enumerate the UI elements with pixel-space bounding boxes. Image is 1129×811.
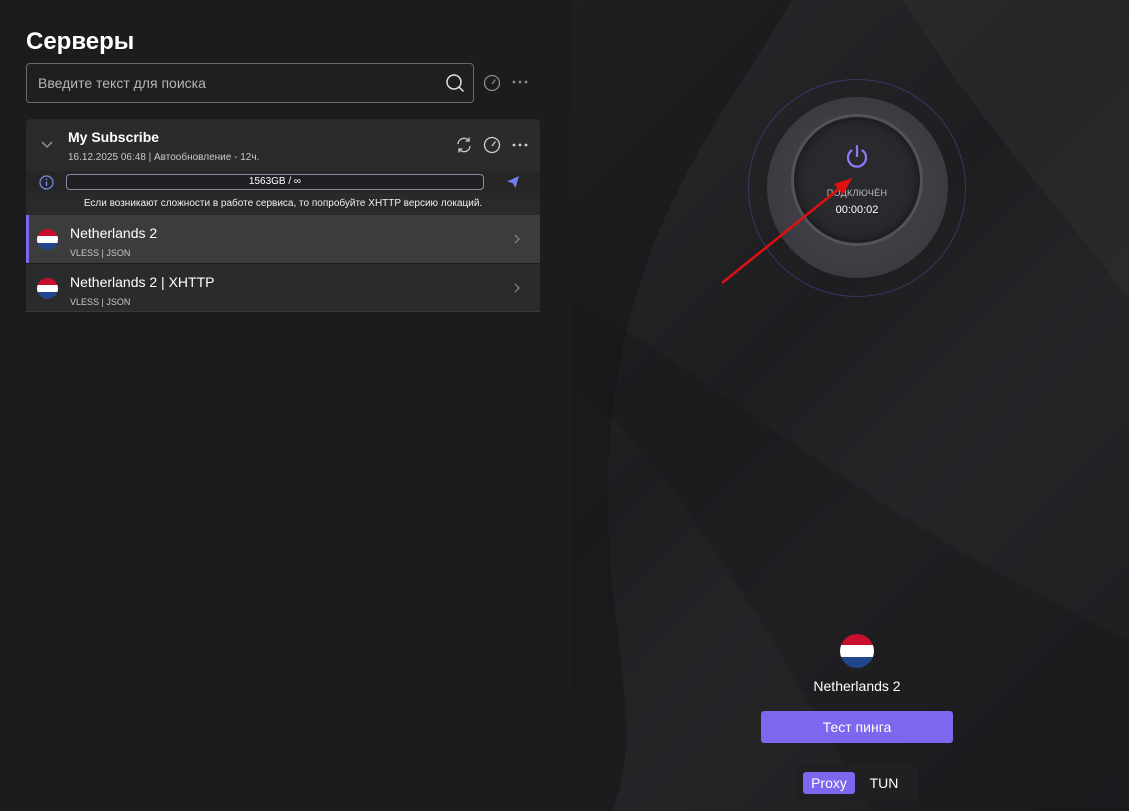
ping-test-button[interactable]: Тест пинга — [761, 711, 953, 743]
netherlands-flag-icon — [840, 634, 874, 668]
servers-panel: Серверы My Subscribe 16.12.2025 06:48 | … — [0, 0, 572, 811]
server-protocol: VLESS | JSON — [70, 248, 131, 258]
server-name: Netherlands 2 — [70, 225, 158, 241]
page-title: Серверы — [26, 28, 135, 55]
search-icon[interactable] — [445, 73, 465, 93]
server-item[interactable]: Netherlands 2 VLESS | JSON — [26, 215, 540, 263]
mode-tun-button[interactable]: TUN — [862, 772, 906, 794]
refresh-icon[interactable] — [455, 136, 473, 154]
chevron-right-icon[interactable] — [512, 282, 522, 294]
current-server-name: Netherlands 2 — [813, 678, 901, 694]
info-icon[interactable] — [39, 175, 54, 190]
server-item[interactable]: Netherlands 2 | XHTTP VLESS | JSON — [26, 264, 540, 312]
mode-switch: Proxy TUN — [796, 764, 918, 801]
traffic-usage: 1563GB / ∞ — [66, 174, 484, 190]
chevron-down-icon[interactable] — [40, 137, 54, 151]
server-name: Netherlands 2 | XHTTP — [70, 274, 215, 290]
netherlands-flag-icon — [37, 278, 58, 299]
connection-status: ПОДКЛЮЧЁН — [826, 188, 888, 198]
subscription-group: My Subscribe 16.12.2025 06:48 | Автообно… — [26, 119, 540, 312]
mode-proxy-button[interactable]: Proxy — [803, 772, 855, 794]
chevron-right-icon[interactable] — [512, 233, 522, 245]
search-input[interactable] — [38, 64, 438, 102]
power-icon[interactable] — [843, 143, 871, 171]
connect-button[interactable] — [791, 114, 923, 246]
connection-panel: ПОДКЛЮЧЁН 00:00:02 Netherlands 2 Тест пи… — [572, 0, 1129, 811]
telegram-send-icon[interactable] — [506, 175, 520, 189]
more-icon[interactable] — [511, 73, 529, 91]
server-protocol: VLESS | JSON — [70, 297, 131, 307]
traffic-row: 1563GB / ∞ — [26, 171, 540, 193]
speedometer-icon[interactable] — [483, 136, 501, 154]
group-meta: 16.12.2025 06:48 | Автообновление - 12ч. — [68, 152, 260, 163]
group-name: My Subscribe — [68, 129, 160, 145]
netherlands-flag-icon — [37, 229, 58, 250]
speedometer-icon[interactable] — [483, 74, 501, 92]
notice-text: Если возникают сложности в работе сервис… — [26, 193, 540, 215]
more-icon[interactable] — [511, 136, 529, 154]
connection-timer: 00:00:02 — [835, 204, 879, 216]
group-header[interactable]: My Subscribe 16.12.2025 06:48 | Автообно… — [26, 119, 540, 171]
search-box[interactable] — [26, 63, 474, 103]
